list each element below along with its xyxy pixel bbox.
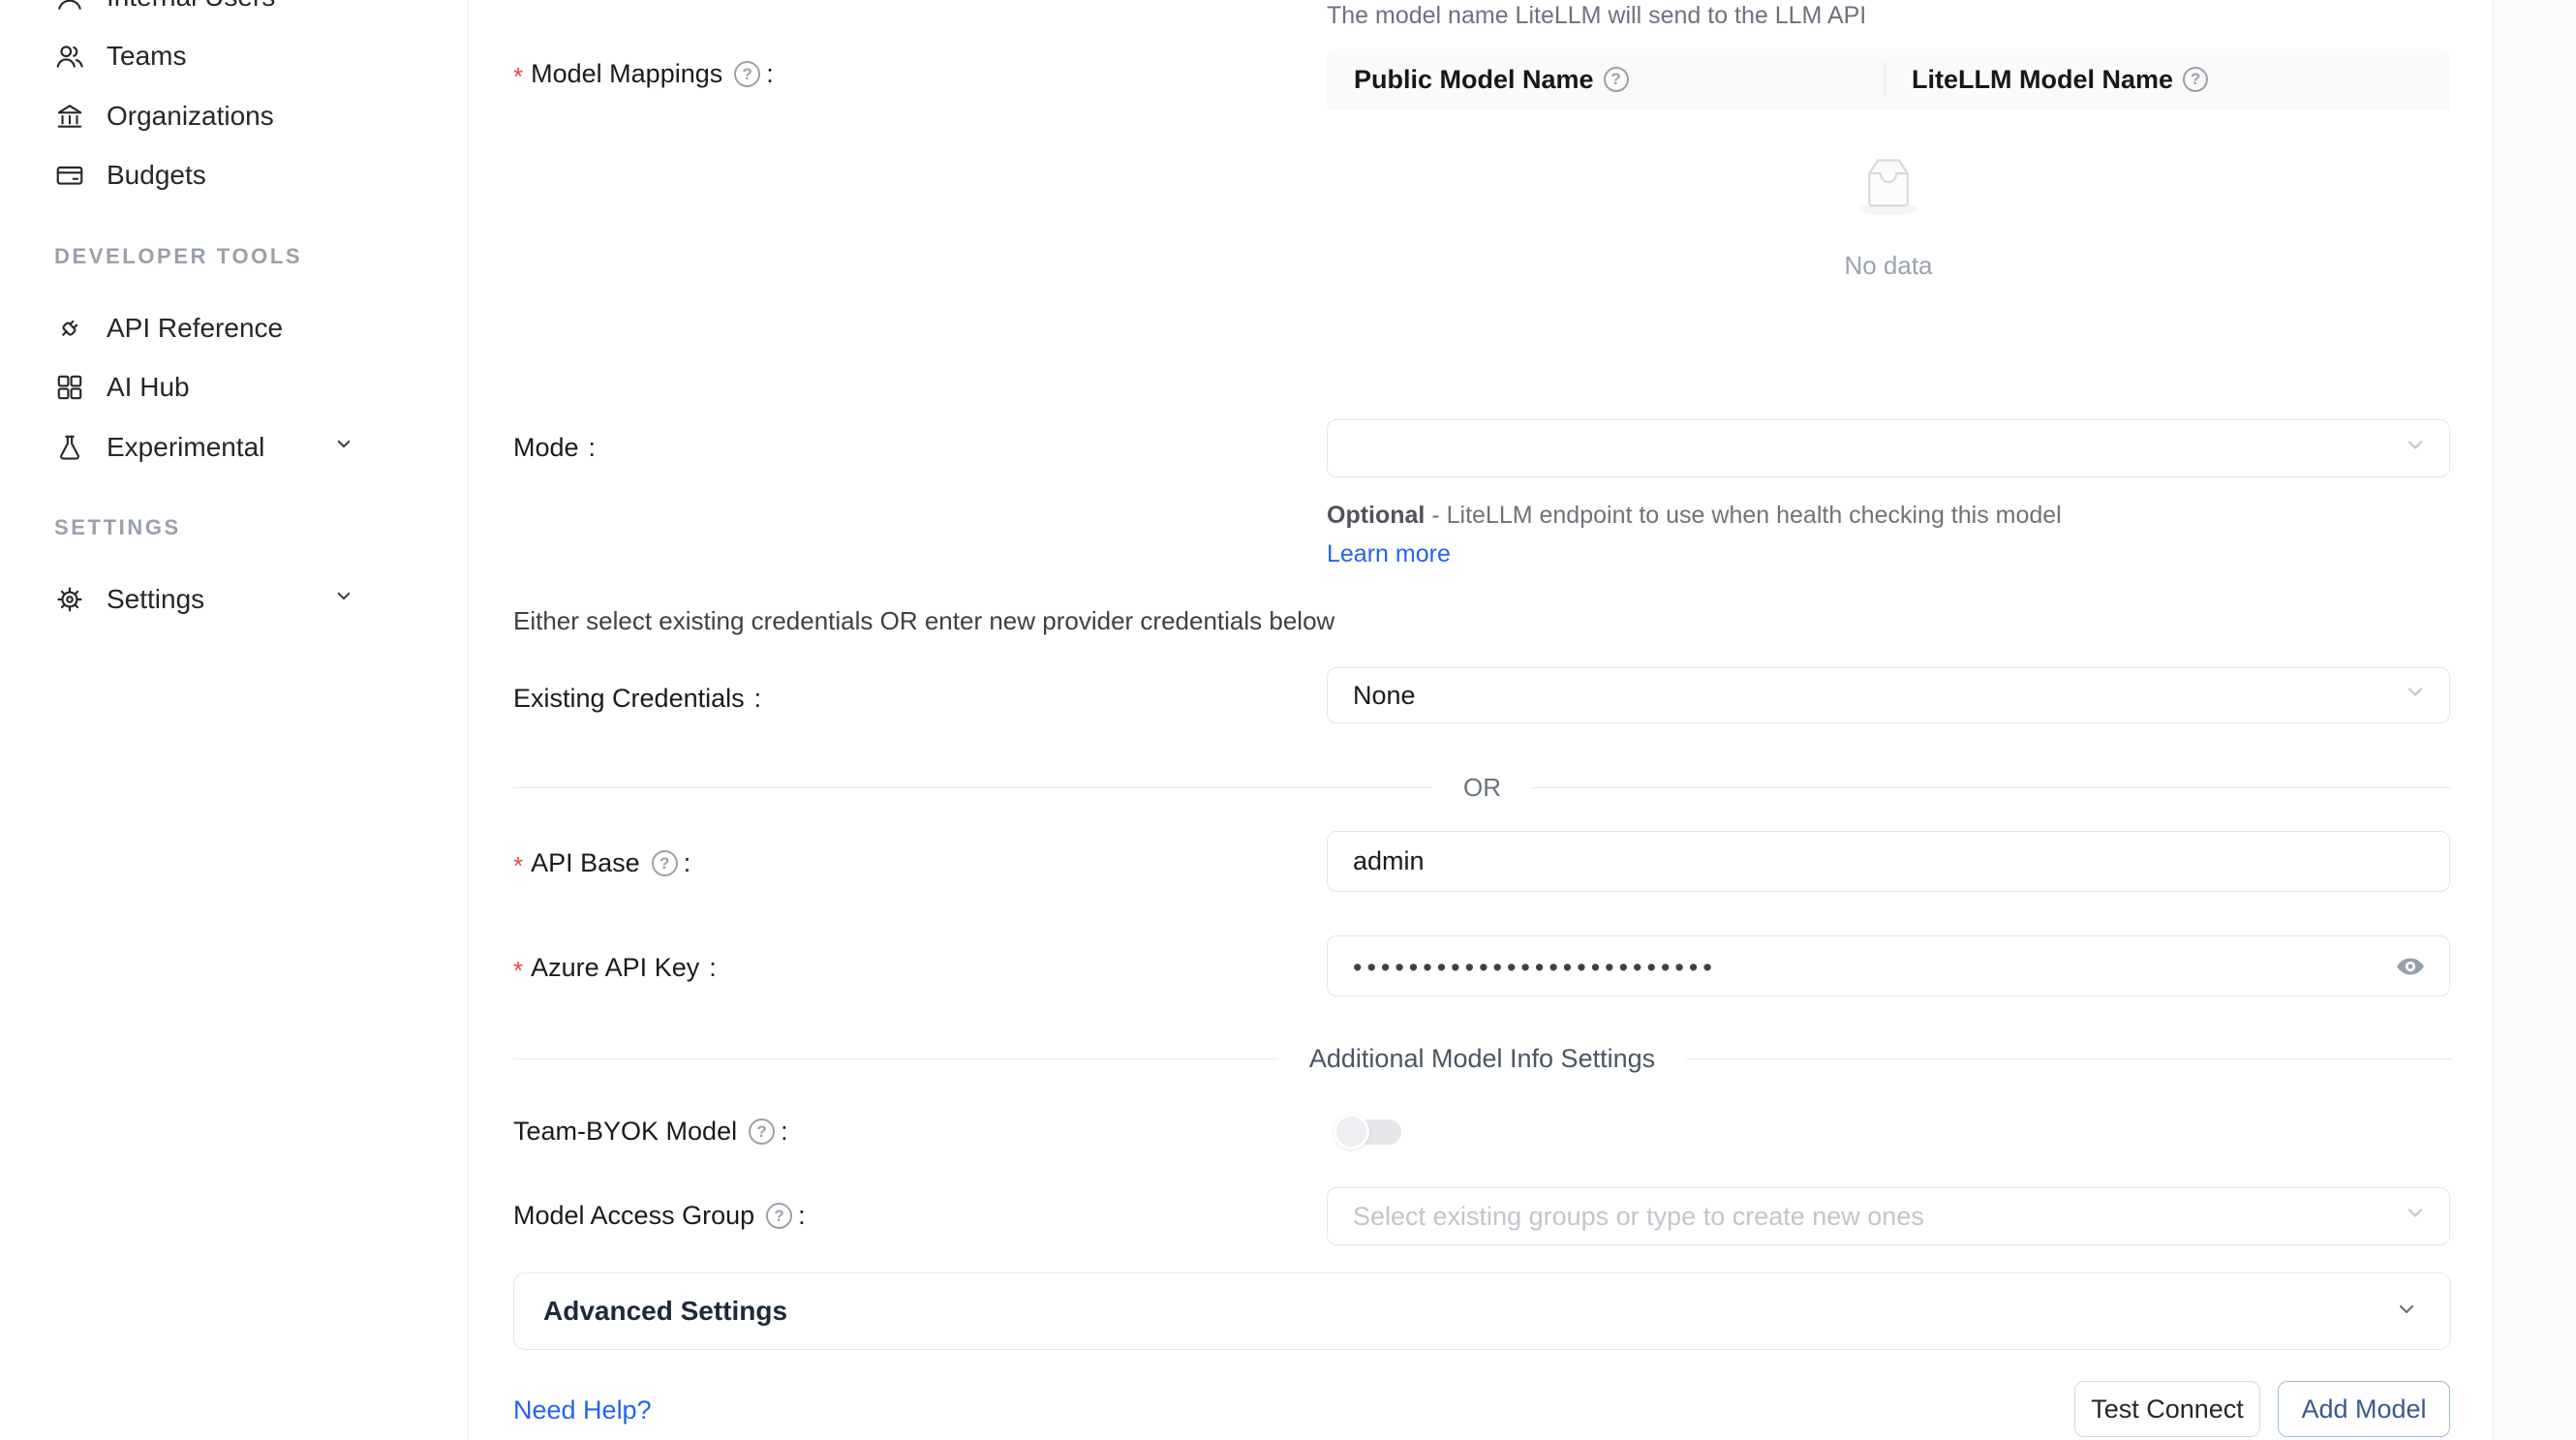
input-value: admin bbox=[1353, 846, 1425, 876]
existing-credentials-label: Existing Credentials : bbox=[513, 684, 761, 714]
mode-label: Mode : bbox=[513, 433, 596, 463]
or-divider: OR bbox=[513, 773, 2451, 803]
team-byok-label: Team-BYOK Model ? : bbox=[513, 1117, 788, 1147]
sidebar-item-label: Teams bbox=[107, 41, 186, 72]
sidebar-item-label: Organizations bbox=[107, 101, 274, 132]
page-background-strip bbox=[2493, 0, 2576, 1440]
additional-info-divider: Additional Model Info Settings bbox=[513, 1044, 2451, 1074]
sidebar-section-developer-tools: DEVELOPER TOOLS bbox=[54, 244, 302, 269]
eye-icon[interactable] bbox=[2395, 951, 2426, 982]
need-help-link[interactable]: Need Help? bbox=[513, 1395, 652, 1425]
sidebar-item-label: Internal Users bbox=[107, 0, 275, 13]
help-circle-icon[interactable]: ? bbox=[749, 1118, 775, 1145]
api-plug-icon bbox=[54, 313, 85, 344]
help-circle-icon[interactable]: ? bbox=[2183, 67, 2208, 92]
api-base-label: * API Base ? : bbox=[513, 845, 690, 881]
teams-icon bbox=[54, 41, 85, 72]
user-icon bbox=[54, 0, 85, 13]
sidebar-item-label: Settings bbox=[107, 584, 204, 615]
sidebar-item-label: API Reference bbox=[107, 313, 283, 344]
required-mark: * bbox=[513, 62, 523, 92]
advanced-settings-toggle[interactable]: Advanced Settings bbox=[513, 1272, 2451, 1350]
sidebar-item-label: Budgets bbox=[107, 160, 206, 191]
required-mark: * bbox=[513, 956, 523, 986]
model-mappings-label: * Model Mappings ? : bbox=[513, 56, 774, 92]
column-divider bbox=[1885, 62, 1886, 97]
masked-password-value: •••••••••••••••••••••••••• bbox=[1353, 953, 1717, 983]
no-data-text: No data bbox=[1327, 251, 2450, 281]
chevron-down-icon bbox=[2401, 1199, 2430, 1235]
gear-icon bbox=[54, 584, 85, 615]
selected-value: None bbox=[1353, 681, 1416, 711]
azure-api-key-input[interactable]: •••••••••••••••••••••••••• bbox=[1327, 935, 2450, 996]
chevron-down-icon bbox=[2401, 431, 2430, 467]
sidebar-item-ai-hub[interactable]: AI Hub bbox=[0, 357, 468, 417]
azure-api-key-label: * Azure API Key : bbox=[513, 950, 717, 986]
api-base-input[interactable]: admin bbox=[1327, 831, 2450, 892]
chevron-down-icon bbox=[2392, 1295, 2421, 1329]
help-circle-icon[interactable]: ? bbox=[652, 850, 678, 876]
sidebar-item-api-reference[interactable]: API Reference bbox=[0, 298, 468, 358]
table-empty-body: No data bbox=[1327, 110, 2450, 438]
chevron-down-icon bbox=[331, 432, 356, 464]
sidebar-item-internal-users[interactable]: Internal Users bbox=[0, 0, 468, 27]
sidebar-item-organizations[interactable]: Organizations bbox=[0, 86, 468, 146]
bank-icon bbox=[54, 101, 85, 132]
sidebar-item-label: AI Hub bbox=[107, 372, 190, 403]
grid-icon bbox=[54, 372, 85, 403]
empty-inbox-icon bbox=[1845, 145, 1932, 219]
sidebar: Internal Users Teams Organizations Budge… bbox=[0, 0, 469, 1440]
sidebar-section-settings: SETTINGS bbox=[54, 515, 181, 540]
help-circle-icon[interactable]: ? bbox=[766, 1203, 792, 1229]
sidebar-item-label: Experimental bbox=[107, 432, 264, 463]
mode-select[interactable] bbox=[1327, 419, 2450, 477]
model-access-group-select[interactable]: Select existing groups or type to create… bbox=[1327, 1187, 2450, 1245]
select-placeholder: Select existing groups or type to create… bbox=[1353, 1202, 1924, 1232]
learn-more-link[interactable]: Learn more bbox=[1327, 540, 1451, 567]
help-circle-icon[interactable]: ? bbox=[734, 61, 760, 87]
chevron-down-icon bbox=[331, 584, 356, 616]
team-byok-toggle[interactable] bbox=[1334, 1114, 1405, 1149]
model-access-group-label: Model Access Group ? : bbox=[513, 1201, 806, 1231]
litellm-model-name-help: The model name LiteLLM will send to the … bbox=[1327, 2, 1866, 30]
sidebar-item-settings[interactable]: Settings bbox=[0, 569, 468, 629]
flask-icon bbox=[54, 432, 85, 463]
test-connect-button[interactable]: Test Connect bbox=[2074, 1381, 2260, 1437]
mode-help-text: Optional - LiteLLM endpoint to use when … bbox=[1327, 496, 2101, 573]
sidebar-item-experimental[interactable]: Experimental bbox=[0, 417, 468, 477]
help-circle-icon[interactable]: ? bbox=[1604, 67, 1629, 92]
advanced-settings-label: Advanced Settings bbox=[543, 1296, 787, 1327]
toggle-knob bbox=[1334, 1114, 1369, 1149]
existing-credentials-select[interactable]: None bbox=[1327, 667, 2450, 723]
credit-card-icon bbox=[54, 160, 85, 191]
model-mappings-table: Public Model Name ? LiteLLM Model Name ?… bbox=[1327, 48, 2450, 438]
sidebar-item-teams[interactable]: Teams bbox=[0, 26, 468, 86]
credentials-note: Either select existing credentials OR en… bbox=[513, 606, 1334, 636]
table-header-public-model-name: Public Model Name ? bbox=[1327, 65, 1885, 95]
add-model-button[interactable]: Add Model bbox=[2278, 1381, 2450, 1437]
chevron-down-icon bbox=[2401, 678, 2430, 714]
table-header-litellm-model-name: LiteLLM Model Name ? bbox=[1885, 65, 2208, 95]
sidebar-item-budgets[interactable]: Budgets bbox=[0, 145, 468, 205]
table-header-row: Public Model Name ? LiteLLM Model Name ? bbox=[1327, 48, 2450, 110]
required-mark: * bbox=[513, 851, 523, 881]
